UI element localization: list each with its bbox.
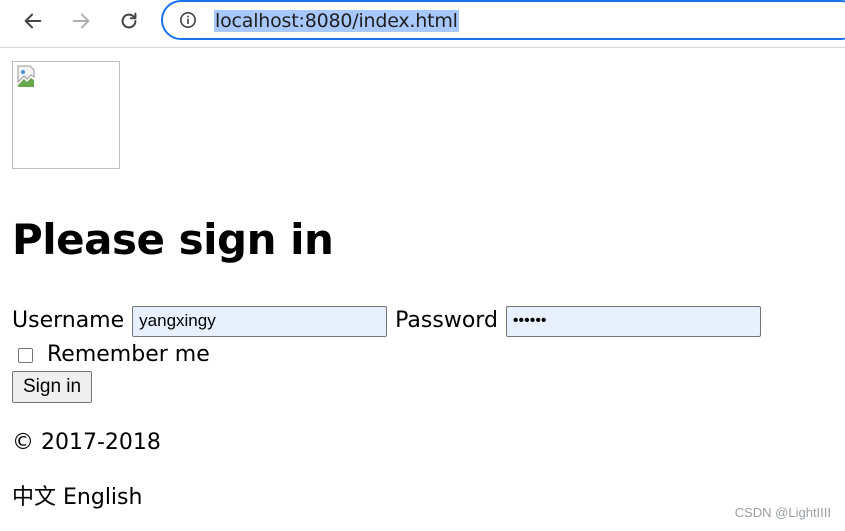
reload-button[interactable] bbox=[114, 6, 144, 36]
credentials-row: Username Password bbox=[12, 304, 761, 338]
remember-me-label: Remember me bbox=[47, 342, 210, 367]
copyright-text: © 2017-2018 bbox=[12, 430, 161, 455]
watermark: CSDN @LightIIII bbox=[734, 505, 831, 520]
username-input[interactable] bbox=[132, 305, 388, 337]
username-label: Username bbox=[12, 308, 125, 333]
arrow-right-icon bbox=[72, 13, 90, 29]
password-label: Password bbox=[395, 308, 498, 333]
back-button[interactable] bbox=[18, 6, 48, 36]
arrow-left-icon bbox=[24, 13, 42, 29]
sign-in-button[interactable]: Sign in bbox=[12, 371, 93, 403]
lang-chinese-link[interactable]: 中文 bbox=[12, 485, 56, 510]
remember-me-row: Remember me bbox=[14, 340, 210, 370]
browser-toolbar: localhost:8080/index.html bbox=[0, 0, 845, 48]
password-input[interactable] bbox=[505, 305, 761, 337]
info-icon[interactable] bbox=[179, 11, 197, 29]
page-title: Please sign in bbox=[12, 215, 334, 264]
forward-button[interactable] bbox=[66, 6, 96, 36]
url-text[interactable]: localhost:8080/index.html bbox=[214, 10, 459, 32]
address-bar[interactable]: localhost:8080/index.html bbox=[161, 0, 845, 40]
reload-icon bbox=[121, 12, 137, 29]
remember-me-checkbox[interactable] bbox=[18, 347, 33, 363]
lang-english-link[interactable]: English bbox=[63, 485, 142, 510]
language-switcher: 中文 English bbox=[12, 483, 142, 513]
broken-image-icon bbox=[17, 65, 35, 87]
logo-image bbox=[12, 61, 120, 169]
